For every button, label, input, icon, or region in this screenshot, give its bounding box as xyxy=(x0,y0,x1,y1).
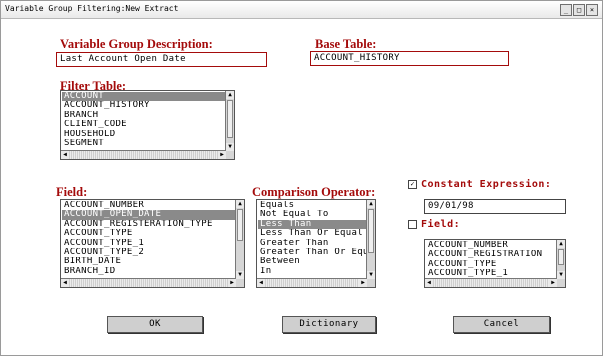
window-title: Variable Group Filtering:New Extract xyxy=(5,4,179,13)
filter-table-item[interactable]: ACCOUNT xyxy=(62,92,225,102)
scroll-left-icon[interactable]: ◀ xyxy=(61,151,69,159)
scroll-down-icon[interactable]: ▼ xyxy=(557,271,565,279)
comparison-label: Comparison Operator: xyxy=(252,185,376,199)
title-bar[interactable]: Variable Group Filtering:New Extract _ □… xyxy=(1,1,602,19)
comparison-item[interactable]: Less Than xyxy=(258,219,366,230)
filter-table-item[interactable]: SEGMENT xyxy=(62,139,225,148)
field-vscroll[interactable]: ▲ ▼ xyxy=(235,200,244,279)
scroll-left-icon[interactable]: ◀ xyxy=(425,279,433,287)
field-item[interactable]: ACCOUNT_NUMBER xyxy=(62,201,235,210)
comparison-item[interactable]: Greater Than Or Equal xyxy=(258,248,366,257)
filter-table-item[interactable]: ACCOUNT_HISTORY xyxy=(62,101,225,110)
close-button[interactable]: × xyxy=(586,4,598,16)
field-item[interactable]: ACCOUNT_TYPE xyxy=(62,229,235,238)
comparison-item[interactable]: Between xyxy=(258,257,366,266)
field-item[interactable]: BRANCH_ID xyxy=(62,267,235,276)
field-option-list[interactable]: ACCOUNT_NUMBER ACCOUNT_REGISTRATION ACCOUN… xyxy=(424,239,566,288)
field-option-checkbox[interactable] xyxy=(408,220,417,229)
ok-button[interactable]: OK xyxy=(107,316,203,333)
scroll-up-icon[interactable]: ▲ xyxy=(367,200,375,208)
maximize-button[interactable]: □ xyxy=(573,4,585,16)
field-option-items: ACCOUNT_NUMBER ACCOUNT_REGISTRATION ACCOUN… xyxy=(426,241,556,279)
filter-table-item[interactable]: HOUSEHOLD xyxy=(62,130,225,139)
scroll-down-icon[interactable]: ▼ xyxy=(236,271,244,279)
field-item[interactable]: ACCOUNT_TYPE_1 xyxy=(62,239,235,248)
minimize-button[interactable]: _ xyxy=(560,4,572,16)
filter-table-hscroll[interactable]: ◀ ▶ xyxy=(61,150,226,159)
field-item[interactable]: ACCOUNT_REGISTERATION_TYPE xyxy=(62,220,235,229)
constant-expression-input[interactable]: 09/01/98 xyxy=(424,199,566,214)
field-item[interactable]: ACCOUNT_OPEN_DATE xyxy=(62,210,235,220)
description-label: Variable Group Description: xyxy=(60,37,213,51)
field-hscroll[interactable]: ◀ ▶ xyxy=(61,278,236,287)
scroll-left-icon[interactable]: ◀ xyxy=(61,279,69,287)
scroll-thumb[interactable] xyxy=(368,209,374,253)
scroll-down-icon[interactable]: ▼ xyxy=(367,271,375,279)
field-items: ACCOUNT_NUMBER ACCOUNT_OPEN_DATE ACCOUNT_R… xyxy=(62,201,235,276)
field-label: Field: xyxy=(56,185,88,199)
base-table-label: Base Table: xyxy=(315,37,377,51)
scroll-left-icon[interactable]: ◀ xyxy=(257,279,265,287)
scroll-corner xyxy=(367,279,375,287)
comparison-list[interactable]: Equals Not Equal To Less Than Less Than Or … xyxy=(256,199,376,288)
filter-table-list[interactable]: ACCOUNT ACCOUNT_HISTORY BRANCH CLIENT_CODE H… xyxy=(60,90,235,160)
filter-table-items: ACCOUNT ACCOUNT_HISTORY BRANCH CLIENT_CODE H… xyxy=(62,92,225,148)
field-item[interactable]: BIRTH_DATE xyxy=(62,257,235,266)
field-option-label: Field: xyxy=(421,219,461,230)
field-option-hscroll[interactable]: ◀ ▶ xyxy=(425,278,557,287)
field-option-item[interactable]: ACCOUNT_REGISTRATION xyxy=(426,250,556,259)
scroll-down-icon[interactable]: ▼ xyxy=(226,143,234,151)
constant-expression-label: Constant Expression: xyxy=(421,179,552,190)
filter-table-vscroll[interactable]: ▲ ▼ xyxy=(225,91,234,151)
field-option-item[interactable]: ACCOUNT_NUMBER xyxy=(426,241,556,250)
comparison-items: Equals Not Equal To Less Than Less Than Or … xyxy=(258,201,366,276)
filter-table-item[interactable]: BRANCH xyxy=(62,111,225,120)
scroll-right-icon[interactable]: ▶ xyxy=(359,279,367,287)
comparison-item[interactable]: Not Equal To xyxy=(258,210,366,219)
scroll-up-icon[interactable]: ▲ xyxy=(236,200,244,208)
scroll-right-icon[interactable]: ▶ xyxy=(218,151,226,159)
comparison-item[interactable]: Less Than Or Equal xyxy=(258,229,366,238)
comparison-item[interactable]: Greater Than xyxy=(258,239,366,248)
scroll-thumb[interactable] xyxy=(227,100,233,138)
comparison-item[interactable]: In xyxy=(258,267,366,276)
comparison-hscroll[interactable]: ◀ ▶ xyxy=(257,278,367,287)
scroll-thumb[interactable] xyxy=(558,249,564,265)
scroll-corner xyxy=(557,279,565,287)
scroll-corner xyxy=(236,279,244,287)
scroll-corner xyxy=(226,151,234,159)
field-list[interactable]: ACCOUNT_NUMBER ACCOUNT_OPEN_DATE ACCOUNT_R… xyxy=(60,199,245,288)
constant-expression-checkbox[interactable]: ✓ xyxy=(408,180,417,189)
comparison-item[interactable]: Equals xyxy=(258,201,366,210)
scroll-up-icon[interactable]: ▲ xyxy=(557,240,565,248)
window-controls: _ □ × xyxy=(560,4,598,16)
filter-table-item[interactable]: CLIENT_CODE xyxy=(62,120,225,129)
base-table-input[interactable]: ACCOUNT_HISTORY xyxy=(310,51,509,66)
scroll-up-icon[interactable]: ▲ xyxy=(226,91,234,99)
description-input[interactable]: Last Account Open Date xyxy=(56,52,267,67)
scroll-thumb[interactable] xyxy=(237,209,243,241)
scroll-right-icon[interactable]: ▶ xyxy=(228,279,236,287)
comparison-vscroll[interactable]: ▲ ▼ xyxy=(366,200,375,279)
scroll-right-icon[interactable]: ▶ xyxy=(549,279,557,287)
field-option-item[interactable]: ACCOUNT_TYPE xyxy=(426,260,556,269)
dictionary-button[interactable]: Dictionary xyxy=(282,316,376,333)
field-item[interactable]: ACCOUNT_TYPE_2 xyxy=(62,248,235,257)
field-option-vscroll[interactable]: ▲ ▼ xyxy=(556,240,565,279)
cancel-button[interactable]: Cancel xyxy=(453,316,550,333)
